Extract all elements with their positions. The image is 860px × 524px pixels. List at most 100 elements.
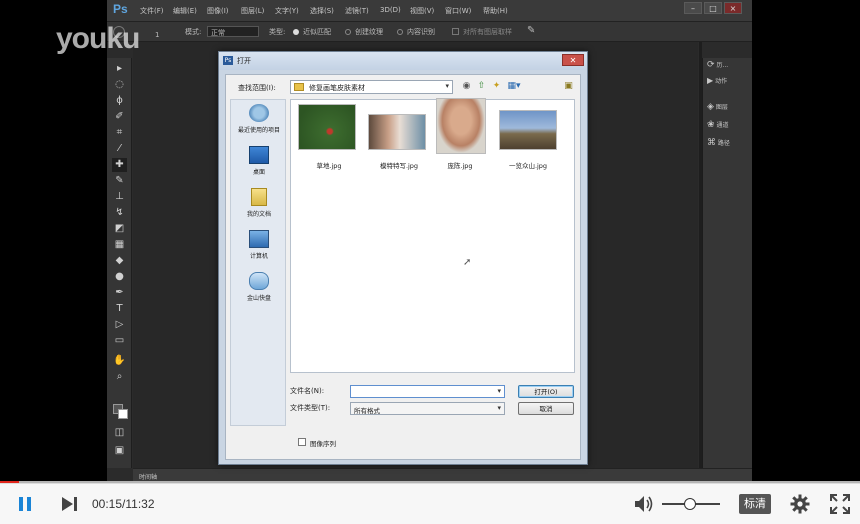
fullscreen-icon[interactable] [830, 494, 850, 514]
actions-panel-label: 动作 [715, 78, 728, 85]
move-tool-icon[interactable]: ▸ [112, 62, 127, 76]
filetype-select[interactable]: 所有格式 ▾ [350, 402, 505, 415]
menu-view[interactable]: 视图(V) [410, 6, 434, 16]
thumbnail-mountain [499, 110, 557, 150]
menu-edit[interactable]: 编辑(E) [173, 6, 197, 16]
place-computer[interactable]: 计算机 [231, 230, 287, 268]
paths-panel-tab[interactable]: ⌘ 路径 [707, 138, 751, 152]
chevron-down-icon: ▾ [445, 82, 449, 90]
zoom-tool-icon[interactable]: ⌕ [112, 370, 127, 384]
radio-texture[interactable] [345, 29, 351, 35]
file-list: 草地.jpg 模特特写.jpg 庞陈.jpg 一览众山.jpg ➚ [290, 98, 575, 373]
documents-icon [251, 188, 267, 206]
time-display: 00:15/11:32 [92, 497, 155, 511]
menu-layer[interactable]: 图层(L) [241, 6, 264, 16]
volume-slider-knob[interactable] [684, 498, 696, 510]
maximize-button[interactable]: □ [704, 2, 722, 14]
up-folder-icon[interactable]: ⇧ [475, 80, 488, 93]
volume-icon[interactable] [634, 495, 654, 513]
mode-select[interactable]: 正常 [207, 26, 259, 37]
crop-tool-icon[interactable]: ⌗ [112, 126, 127, 140]
screen-mode-icon[interactable]: ▣ [112, 444, 127, 458]
mode-label: 模式: [185, 28, 202, 36]
place-documents[interactable]: 我的文档 [231, 188, 287, 226]
menu-file[interactable]: 文件(F) [140, 6, 164, 16]
eyedropper-tool-icon[interactable]: ⁄ [112, 142, 127, 156]
dodge-tool-icon[interactable]: ● [112, 270, 127, 284]
radio-proximity[interactable] [293, 29, 299, 35]
menu-select[interactable]: 选择(S) [310, 6, 334, 16]
file-item-mountain[interactable]: 一览众山.jpg [495, 100, 575, 172]
thumbnail-grass [298, 104, 356, 150]
look-in-label: 查找范围(I): [238, 84, 276, 92]
pen-tool-icon[interactable]: ✒ [112, 286, 127, 300]
menu-type[interactable]: 文字(Y) [275, 6, 299, 16]
gradient-tool-icon[interactable]: ▦ [112, 238, 127, 252]
thumbnail-portrait [436, 98, 486, 154]
path-select-tool-icon[interactable]: ▷ [112, 318, 127, 332]
healing-brush-tool-icon[interactable]: ✚ [112, 158, 127, 172]
menu-window[interactable]: 窗口(W) [445, 6, 471, 16]
desktop-icon [249, 146, 269, 164]
dialog-close-button[interactable]: ✕ [562, 54, 584, 66]
close-button[interactable]: × [724, 2, 742, 14]
file-name-mountain: 一览众山.jpg [508, 162, 548, 170]
type-tool-icon[interactable]: T [112, 302, 127, 316]
type-option-texture: 创建纹理 [355, 28, 383, 36]
dialog-body: 查找范围(I): 修复画笔皮肤素材 ▾ ◉ ⇧ ✦ ▦▾ ▣ 最近使用的项目 桌… [225, 74, 581, 460]
blur-tool-icon[interactable]: ◆ [112, 254, 127, 268]
marquee-tool-icon[interactable]: ◌ [112, 78, 127, 92]
sample-all-layers-label: 对所有图层取样 [463, 28, 512, 36]
radio-content-aware[interactable] [397, 29, 403, 35]
layers-panel-label: 图层 [715, 104, 728, 111]
look-in-select[interactable]: 修复画笔皮肤素材 ▾ [290, 80, 453, 94]
place-kuaipan[interactable]: 金山快盘 [231, 272, 287, 310]
quality-button[interactable]: 标清 [739, 494, 771, 514]
adobe-bridge-icon[interactable]: ▣ [562, 80, 575, 93]
eraser-tool-icon[interactable]: ◩ [112, 222, 127, 236]
recent-items-icon [249, 104, 269, 122]
quick-mask-icon[interactable]: ◫ [112, 426, 127, 440]
background-color-swatch[interactable] [118, 409, 128, 419]
brush-size[interactable]: 1 [155, 31, 159, 39]
pressure-icon[interactable]: ✎ [527, 25, 535, 36]
stamp-tool-icon[interactable]: ⊥ [112, 190, 127, 204]
pause-icon[interactable] [18, 497, 32, 511]
sample-all-layers-checkbox[interactable] [452, 28, 459, 35]
hand-tool-icon[interactable]: ✋ [112, 354, 127, 368]
cancel-button[interactable]: 取消 [518, 402, 574, 415]
new-folder-icon[interactable]: ✦ [490, 80, 503, 93]
filetype-label: 文件类型(T): [290, 404, 331, 412]
view-menu-icon[interactable]: ▦▾ [505, 80, 523, 93]
file-item-grass[interactable]: 草地.jpg [291, 100, 367, 172]
youku-watermark: youku [56, 22, 140, 55]
history-panel-tab[interactable]: ⟳ 历... [707, 60, 751, 74]
layers-panel-tab[interactable]: ◈ 图层 [707, 102, 751, 116]
open-button[interactable]: 打开(O) [518, 385, 574, 398]
timeline-tab[interactable]: 时间轴 [139, 472, 157, 481]
brush-tool-icon[interactable]: ✎ [112, 174, 127, 188]
menu-image[interactable]: 图像(I) [207, 6, 229, 16]
filename-label: 文件名(N): [290, 387, 325, 395]
lasso-tool-icon[interactable]: ϕ [112, 94, 127, 108]
image-sequence-checkbox[interactable] [298, 438, 306, 446]
menu-filter[interactable]: 滤镜(T) [345, 6, 369, 16]
place-desktop[interactable]: 桌面 [231, 146, 287, 184]
filename-dropdown-icon[interactable]: ▾ [497, 387, 501, 395]
file-name-grass: 草地.jpg [316, 162, 342, 170]
menu-3d[interactable]: 3D(D) [380, 6, 401, 14]
shape-tool-icon[interactable]: ▭ [112, 334, 127, 348]
minimize-button[interactable]: – [684, 2, 702, 14]
quick-select-tool-icon[interactable]: ✐ [112, 110, 127, 124]
history-brush-tool-icon[interactable]: ↯ [112, 206, 127, 220]
mouse-cursor-icon: ➚ [463, 257, 472, 268]
filename-input[interactable]: ▾ [350, 385, 505, 398]
channels-panel-tab[interactable]: ❀ 通道 [707, 120, 751, 134]
next-icon[interactable] [62, 497, 78, 511]
menu-help[interactable]: 帮助(H) [483, 6, 508, 16]
back-icon[interactable]: ◉ [460, 80, 473, 93]
filetype-dropdown-icon[interactable]: ▾ [497, 404, 501, 412]
actions-panel-tab[interactable]: ▶ 动作 [707, 76, 751, 90]
place-recent[interactable]: 最近使用的项目 [231, 104, 287, 142]
settings-gear-icon[interactable] [790, 494, 810, 514]
